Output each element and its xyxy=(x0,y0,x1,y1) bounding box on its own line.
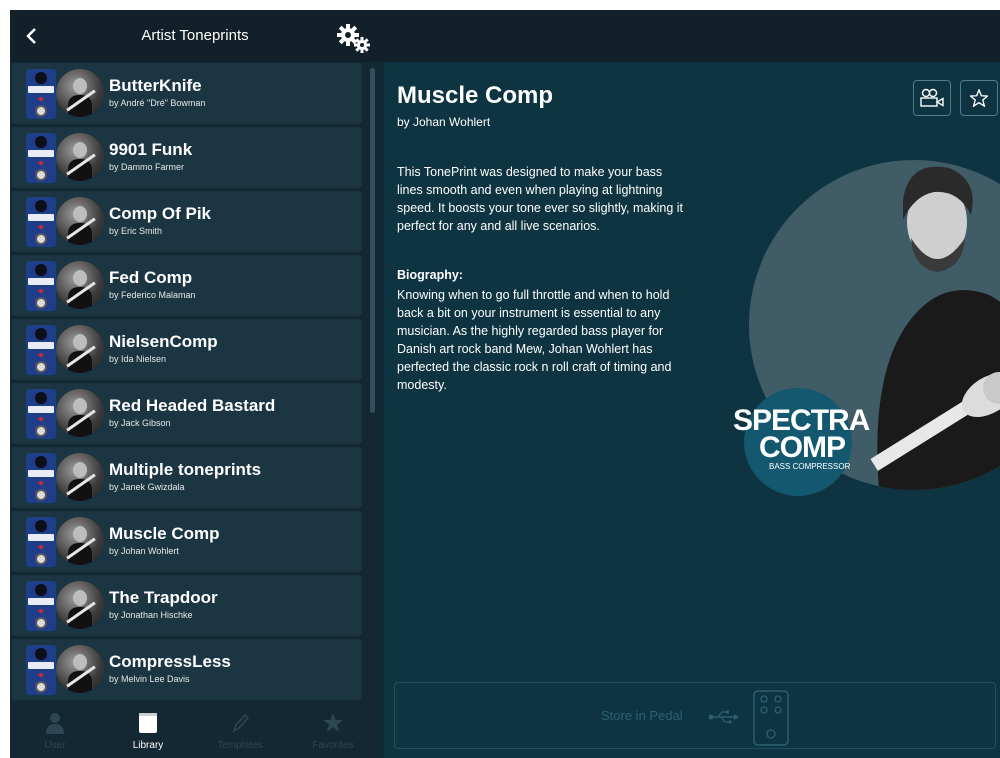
toneprint-row[interactable]: NielsenComp by Ida Nielsen xyxy=(12,319,362,380)
user-icon xyxy=(46,713,64,734)
pedal-icon xyxy=(753,690,789,746)
tab-label: User xyxy=(44,740,66,751)
book-icon xyxy=(139,713,157,733)
pedal-thumbnail xyxy=(26,453,56,503)
toneprint-artist-name: by Eric Smith xyxy=(109,226,163,236)
toneprint-name: Red Headed Bastard xyxy=(109,396,276,415)
toneprint-row[interactable]: Red Headed Bastard by Jack Gibson xyxy=(12,383,362,444)
toneprint-description: This TonePrint was designed to make your… xyxy=(397,165,684,233)
artist-avatar xyxy=(56,261,104,309)
pedal-thumbnail xyxy=(26,517,56,567)
artist-avatar xyxy=(56,133,104,181)
toneprint-name: Muscle Comp xyxy=(109,524,220,543)
toneprint-artist-name: by Federico Malaman xyxy=(109,290,196,300)
pedal-thumbnail xyxy=(26,325,56,375)
toneprint-artist-name: by Ida Nielsen xyxy=(109,354,167,364)
toneprint-artist-name: by Janek Gwizdala xyxy=(109,482,185,492)
pedal-thumbnail xyxy=(26,389,56,439)
gears-icon xyxy=(337,24,370,53)
chevron-left-icon xyxy=(26,28,36,44)
biography-heading: Biography: xyxy=(397,268,463,282)
pedal-thumbnail xyxy=(26,197,56,247)
toneprint-title: Muscle Comp xyxy=(397,82,554,109)
pencil-icon xyxy=(232,713,250,733)
toneprint-artist-name: by Melvin Lee Davis xyxy=(109,674,190,684)
toneprint-list[interactable]: ButterKnife by André "Dré" Bowman 9901 Fun… xyxy=(10,62,380,702)
toneprint-name: CompressLess xyxy=(109,652,231,671)
toneprint-name: 9901 Funk xyxy=(109,140,193,159)
toneprint-name: ButterKnife xyxy=(109,76,202,95)
toneprint-name: The Trapdoor xyxy=(109,588,218,607)
settings-button[interactable] xyxy=(334,22,374,54)
tab-favorites[interactable]: Favorites xyxy=(288,702,378,758)
star-outline-icon xyxy=(970,89,988,107)
toneprint-row[interactable]: ButterKnife by André "Dré" Bowman xyxy=(12,63,362,124)
toneprint-artist: by Johan Wohlert xyxy=(397,115,491,129)
artist-avatar xyxy=(56,197,104,245)
pedal-thumbnail xyxy=(26,581,56,631)
toneprint-row[interactable]: Muscle Comp by Johan Wohlert xyxy=(12,511,362,572)
toneprint-artist-name: by Jonathan Hischke xyxy=(109,610,193,620)
tab-label: Templates xyxy=(217,740,263,751)
artist-avatar xyxy=(56,389,104,437)
tab-bar: User Library Templates Favorites xyxy=(10,702,380,758)
artist-avatar xyxy=(56,453,104,501)
favorite-button[interactable] xyxy=(960,80,998,116)
pedal-thumbnail xyxy=(26,69,56,119)
store-in-pedal-label: Store in Pedal xyxy=(601,708,683,723)
video-button[interactable] xyxy=(913,80,951,116)
star-icon xyxy=(323,713,343,732)
tab-user[interactable]: User xyxy=(10,702,100,758)
toneprint-name: Multiple toneprints xyxy=(109,460,262,479)
tab-library[interactable]: Library xyxy=(103,702,193,758)
list-scrollbar[interactable] xyxy=(370,68,375,413)
back-button[interactable] xyxy=(18,22,46,50)
toneprint-row[interactable]: Fed Comp by Federico Malaman xyxy=(12,255,362,316)
toneprint-artist-name: by Johan Wohlert xyxy=(109,546,179,556)
pedal-thumbnail xyxy=(26,133,56,183)
artist-avatar xyxy=(56,325,104,373)
store-in-pedal-button[interactable]: Store in Pedal xyxy=(394,682,996,749)
app-window: Artist Toneprints ButterKnife by André "… xyxy=(10,10,1000,758)
toneprint-artist-name: by André "Dré" Bowman xyxy=(109,98,206,108)
toneprint-row[interactable]: CompressLess by Melvin Lee Davis xyxy=(12,639,362,700)
toneprint-row[interactable]: Comp Of Pik by Eric Smith xyxy=(12,191,362,252)
toneprint-row[interactable]: Multiple toneprints by Janek Gwizdala xyxy=(12,447,362,508)
usb-icon xyxy=(708,710,739,724)
artist-avatar xyxy=(56,645,104,693)
biography-text: Knowing when to go full throttle and whe… xyxy=(397,288,672,392)
artist-avatar xyxy=(56,69,104,117)
artist-avatar xyxy=(56,581,104,629)
tab-label: Favorites xyxy=(312,740,354,751)
artist-silhouette xyxy=(870,166,1000,490)
pedal-thumbnail xyxy=(26,645,56,695)
toneprint-row[interactable]: 9901 Funk by Dammo Farmer xyxy=(12,127,362,188)
tab-label: Library xyxy=(132,740,164,751)
top-bar: Artist Toneprints xyxy=(10,10,1000,62)
detail-panel: Muscle Comp by Johan Wohlert This TonePr… xyxy=(384,62,1000,758)
toneprint-name: Comp Of Pik xyxy=(109,204,212,223)
pedal-thumbnail xyxy=(26,261,56,311)
tab-templates[interactable]: Templates xyxy=(195,702,285,758)
artist-avatar xyxy=(56,517,104,565)
toneprint-name: NielsenComp xyxy=(109,332,218,351)
toneprint-name: Fed Comp xyxy=(109,268,193,287)
video-camera-icon xyxy=(920,88,944,107)
toneprint-artist-name: by Jack Gibson xyxy=(109,418,171,428)
toneprint-row[interactable]: The Trapdoor by Jonathan Hischke xyxy=(12,575,362,636)
logo-text-subtitle: BASS COMPRESSOR xyxy=(769,462,851,471)
logo-text-comp: COMP xyxy=(759,431,846,464)
toneprint-artist-name: by Dammo Farmer xyxy=(109,162,185,172)
page-title: Artist Toneprints xyxy=(141,27,249,44)
